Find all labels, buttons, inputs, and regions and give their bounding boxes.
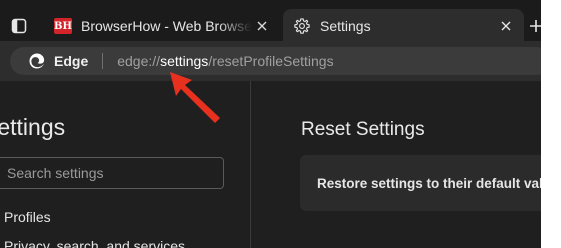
edge-logo-icon (29, 53, 45, 69)
sidebar-item-profiles[interactable]: Profiles (4, 209, 51, 225)
toolbar: Edge edge://settings/resetProfileSetting… (0, 41, 541, 81)
plus-icon (530, 20, 541, 32)
close-tab-icon[interactable] (496, 16, 516, 36)
sidebar-item-privacy[interactable]: Privacy, search, and services (4, 238, 185, 248)
edge-brand-label: Edge (54, 53, 89, 69)
tab-browserhow[interactable]: BH BrowserHow - Web Browser Ho (44, 10, 280, 42)
browser-window: BH BrowserHow - Web Browser Ho Settings (0, 0, 541, 248)
address-separator (102, 53, 104, 69)
url-scheme: edge:// (117, 53, 161, 69)
tab-title: BrowserHow - Web Browser Ho (81, 18, 252, 34)
close-tab-icon[interactable] (252, 16, 272, 36)
url-host: settings (160, 53, 209, 69)
settings-main: Reset Settings Restore settings to their… (251, 81, 541, 248)
tab-actions-icon (11, 18, 27, 34)
settings-page: Settings Profiles Privacy, search, and s… (0, 81, 541, 248)
tab-actions-button[interactable] (6, 13, 32, 39)
restore-defaults-label: Restore settings to their default values (317, 175, 541, 191)
search-settings-box[interactable] (0, 157, 224, 189)
url-text[interactable]: edge://settings/resetProfileSettings (117, 53, 333, 69)
restore-defaults-card[interactable]: Restore settings to their default values (300, 155, 541, 211)
gear-icon (294, 17, 310, 34)
sidebar-title: Settings (0, 114, 66, 140)
annotation-arrow-icon (170, 72, 220, 123)
address-bar[interactable]: Edge edge://settings/resetProfileSetting… (10, 47, 541, 75)
url-path: /resetProfileSettings (208, 53, 334, 69)
search-settings-input[interactable] (7, 165, 207, 181)
browserhow-favicon-icon: BH (54, 18, 72, 34)
page-title: Reset Settings (301, 119, 425, 140)
new-tab-button[interactable] (528, 16, 541, 36)
tab-title: Settings (320, 17, 371, 34)
